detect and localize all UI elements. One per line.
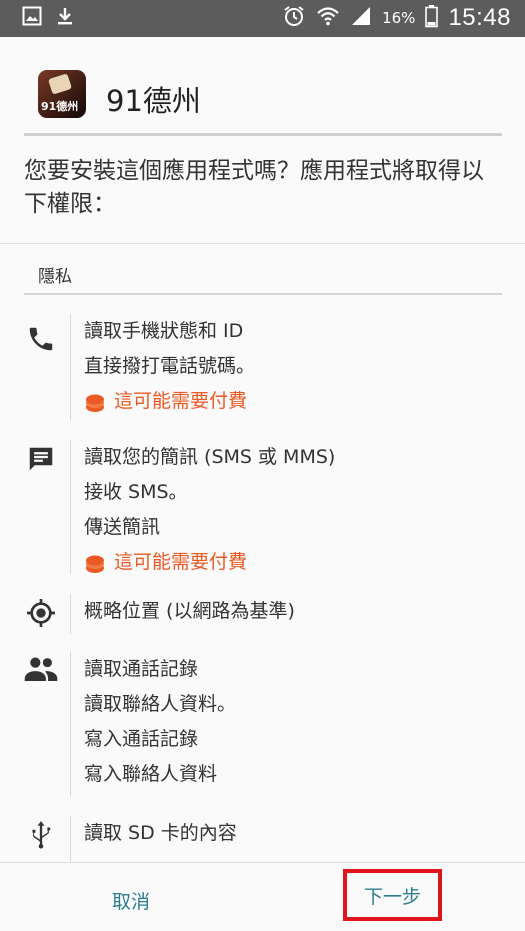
permission-line: 讀取通話記錄 (84, 658, 199, 680)
battery-icon (425, 4, 439, 32)
section-divider (0, 243, 525, 244)
battery-percent: 16% (382, 9, 416, 27)
cost-warning-text: 這可能需要付費 (114, 390, 248, 412)
permission-line: 讀取 SD 卡的內容 (84, 822, 237, 844)
app-icon-cards (48, 73, 72, 95)
permission-line: 寫入聯絡人資料 (84, 763, 218, 785)
cost-warning-text: 這可能需要付費 (114, 551, 248, 573)
install-prompt: 您要安裝這個應用程式嗎？應用程式將取得以下權限： (24, 158, 484, 217)
coins-icon (84, 552, 106, 574)
permission-divider (70, 440, 71, 574)
header-divider (24, 133, 502, 136)
permission-line: 讀取聯絡人資料。 (84, 693, 237, 715)
permission-group-storage: 讀取 SD 卡的內容 (0, 816, 525, 862)
next-button[interactable]: 下一步 (343, 869, 442, 921)
coins-icon (84, 391, 106, 413)
gallery-icon (22, 6, 42, 30)
permission-divider (70, 816, 71, 862)
cancel-button[interactable]: 取消 (112, 887, 150, 914)
permission-line: 寫入通話記錄 (84, 728, 199, 750)
permission-group-messages: 讀取您的簡訊 (SMS 或 MMS) 接收 SMS。 傳送簡訊 這可能需要付費 (0, 440, 525, 580)
alarm-icon (282, 4, 306, 32)
usb-icon (24, 818, 58, 852)
permission-group-phone: 讀取手機狀態和 ID 直接撥打電話號碼。 這可能需要付費 (0, 314, 525, 438)
bottom-button-bar: 取消 下一步 (0, 862, 525, 931)
permission-line: 概略位置 (以網路為基準) (84, 600, 295, 622)
clock-time: 15:48 (448, 4, 511, 31)
wifi-icon (316, 4, 340, 32)
status-bar: 16% 15:48 (0, 0, 525, 37)
cost-warning: 這可能需要付費 (84, 384, 255, 419)
next-button-label: 下一步 (363, 885, 421, 908)
message-icon (24, 442, 58, 476)
permission-line: 傳送簡訊 (84, 516, 161, 538)
permission-line: 接收 SMS。 (84, 481, 188, 503)
app-name: 91德州 (106, 84, 201, 118)
phone-icon (24, 322, 58, 356)
cost-warning: 這可能需要付費 (84, 545, 335, 580)
permission-group-location: 概略位置 (以網路為基準) (0, 594, 525, 634)
app-icon: 91德州 (38, 70, 86, 118)
location-icon (24, 596, 58, 630)
permission-line: 直接撥打電話號碼。 (84, 355, 256, 377)
signal-icon (350, 6, 372, 30)
permission-line: 讀取手機狀態和 ID (84, 320, 244, 342)
permission-divider (70, 314, 71, 420)
permission-divider (70, 594, 71, 634)
section-title: 隱私 (38, 267, 72, 287)
people-icon (24, 652, 58, 686)
permission-group-contacts: 讀取通話記錄 讀取聯絡人資料。 寫入通話記錄 寫入聯絡人資料 (0, 652, 525, 796)
download-icon (56, 6, 74, 30)
permission-line: 讀取您的簡訊 (SMS 或 MMS) (84, 446, 336, 468)
section-rule (24, 293, 502, 295)
permission-divider (70, 652, 71, 796)
app-icon-label: 91德州 (41, 100, 79, 113)
app-header: 91德州 91德州 (0, 37, 525, 137)
